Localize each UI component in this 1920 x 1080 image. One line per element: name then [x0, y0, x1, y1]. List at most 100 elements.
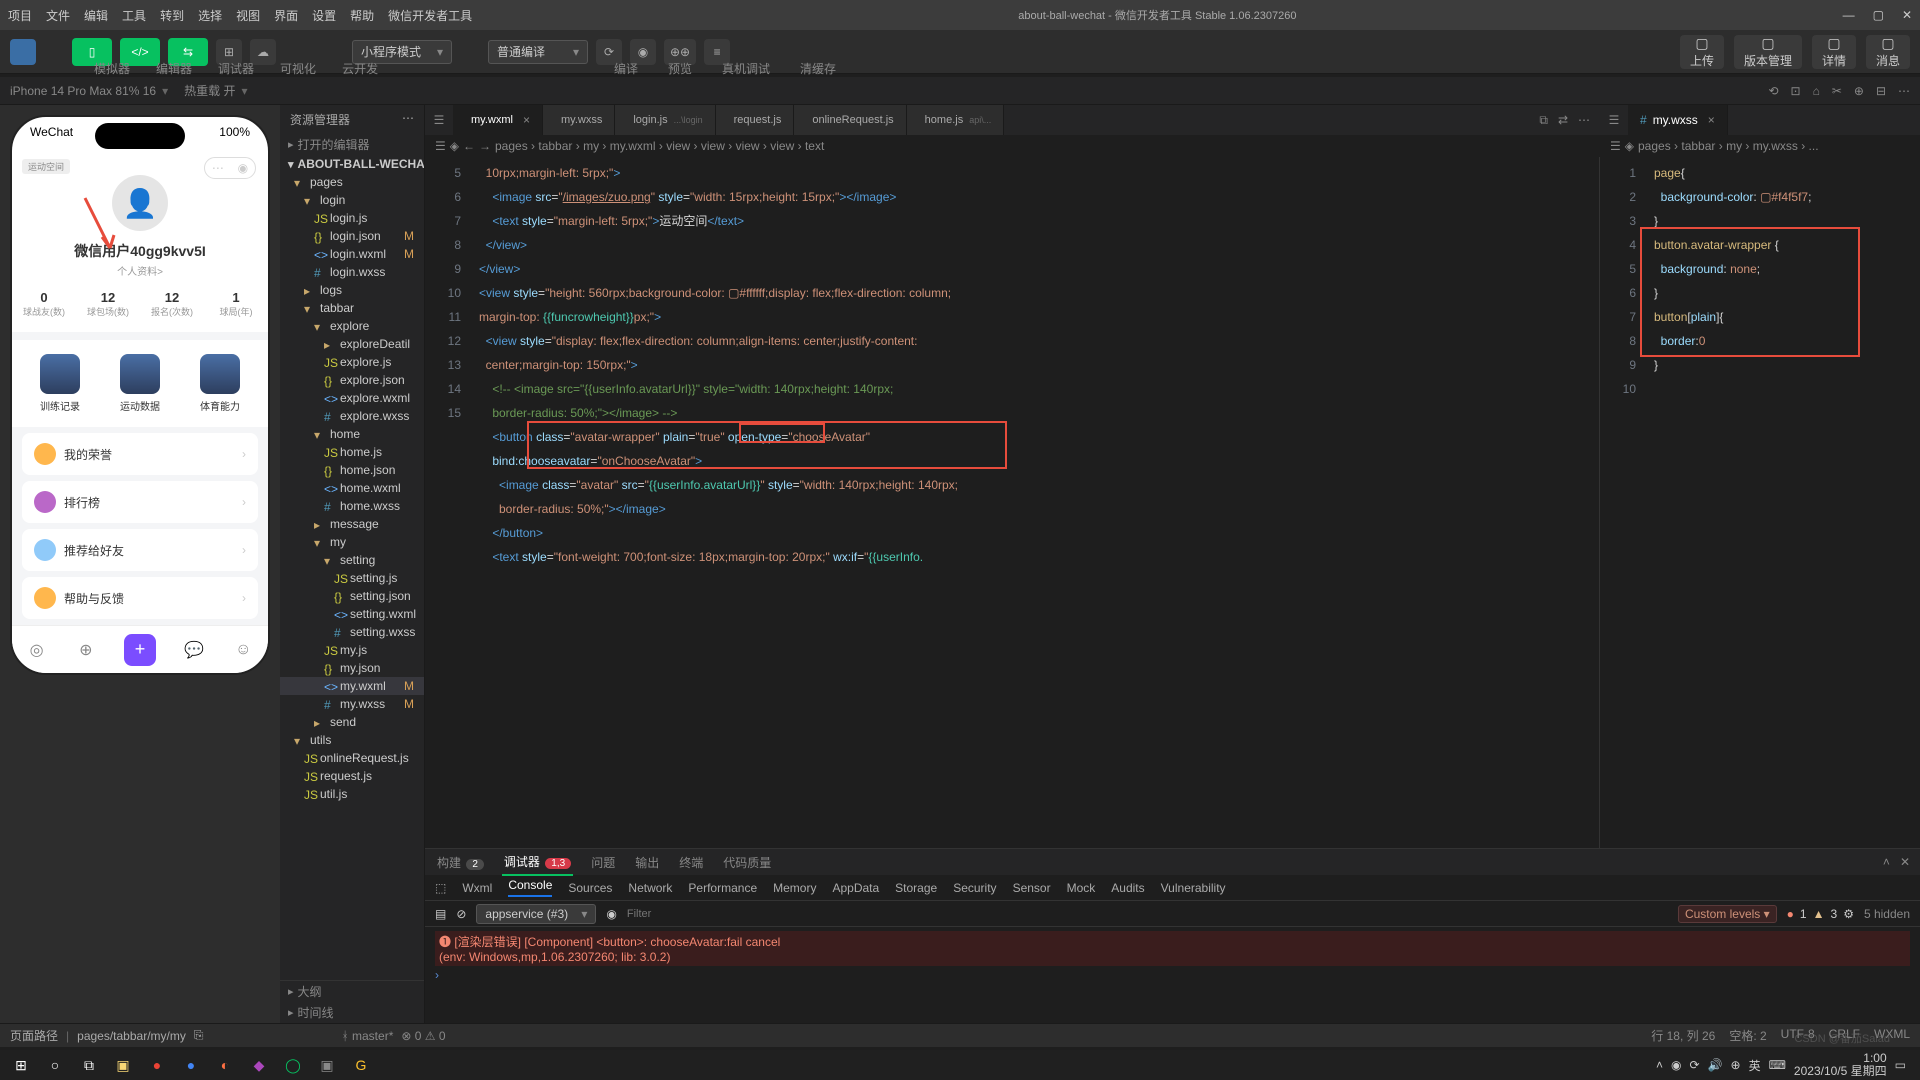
- tab-quality[interactable]: 代码质量: [721, 850, 773, 875]
- tab-list-icon-2[interactable]: ☰: [1600, 105, 1628, 135]
- close-tab-icon[interactable]: ×: [523, 113, 530, 127]
- tree-item[interactable]: ▾my: [280, 533, 424, 551]
- copy-icon[interactable]: ⎘: [194, 1028, 204, 1043]
- sidebar-toggle-icon[interactable]: ▤: [435, 907, 446, 921]
- tray-chrome-icon[interactable]: ◉: [1671, 1058, 1681, 1072]
- menu-item[interactable]: 工具: [122, 7, 146, 24]
- cut-icon[interactable]: ✂: [1832, 84, 1842, 98]
- path-value[interactable]: pages/tabbar/my/my: [77, 1029, 186, 1043]
- menu-item[interactable]: 选择: [198, 7, 222, 24]
- timeline[interactable]: ▸ 时间线: [280, 1002, 424, 1023]
- menu-item[interactable]: 视图: [236, 7, 260, 24]
- nav-fwd-icon[interactable]: →: [479, 139, 491, 153]
- bc-seg[interactable]: my: [583, 139, 599, 153]
- tree-item[interactable]: ▾tabbar: [280, 299, 424, 317]
- menu-item[interactable]: 编辑: [84, 7, 108, 24]
- tab-problems[interactable]: 问题: [589, 850, 617, 875]
- console-prompt[interactable]: ›: [435, 968, 1910, 982]
- tree-item[interactable]: JSonlineRequest.js: [280, 749, 424, 767]
- card-item[interactable]: 运动数据: [120, 354, 160, 413]
- tree-item[interactable]: <>home.wxml: [280, 479, 424, 497]
- chrome-icon-2[interactable]: ●: [176, 1052, 206, 1078]
- nav-list-icon-2[interactable]: ☰: [1610, 139, 1621, 153]
- eye-icon[interactable]: ◉: [606, 907, 616, 921]
- tree-item[interactable]: JSutil.js: [280, 785, 424, 803]
- tree-item[interactable]: {}setting.json: [280, 587, 424, 605]
- bc-seg[interactable]: pages: [1638, 139, 1671, 153]
- panel-close-icon[interactable]: ✕: [1900, 855, 1910, 869]
- devtool-tab[interactable]: Performance: [688, 881, 757, 895]
- tree-item[interactable]: #setting.wxss: [280, 623, 424, 641]
- tab-location-icon[interactable]: ◎: [26, 639, 48, 661]
- explorer-icon[interactable]: ▣: [108, 1052, 138, 1078]
- bc-seg[interactable]: tabbar: [1681, 139, 1715, 153]
- tray-net-icon[interactable]: ⊕: [1731, 1058, 1741, 1072]
- bookmark-icon[interactable]: ◈: [450, 139, 459, 153]
- tree-item[interactable]: ▾utils: [280, 731, 424, 749]
- code-content-1[interactable]: 10rpx;margin-left: 5rpx;"> <image src="/…: [471, 157, 1599, 848]
- bookmark-icon-2[interactable]: ◈: [1625, 139, 1634, 153]
- devtool-tab[interactable]: Wxml: [462, 881, 492, 895]
- app-icon-1[interactable]: ◐: [210, 1052, 240, 1078]
- bc-seg[interactable]: pages: [495, 139, 528, 153]
- tree-item[interactable]: <>my.wxmlM: [280, 677, 424, 695]
- search-icon[interactable]: ○: [40, 1052, 70, 1078]
- app-icon-3[interactable]: G: [346, 1052, 376, 1078]
- more-icon[interactable]: ⋯: [1898, 84, 1910, 98]
- card-item[interactable]: 训练记录: [40, 354, 80, 413]
- tree-item[interactable]: <>login.wxmlM: [280, 245, 424, 263]
- profile-link[interactable]: 个人资料>: [117, 263, 163, 278]
- tab-build[interactable]: 构建 2: [435, 850, 486, 875]
- capsule-more-icon[interactable]: ⋯: [212, 161, 224, 175]
- home-icon[interactable]: ⌂: [1813, 84, 1820, 98]
- tree-item[interactable]: #my.wxssM: [280, 695, 424, 713]
- nav-list-icon[interactable]: ☰: [435, 139, 446, 153]
- tree-item[interactable]: #home.wxss: [280, 497, 424, 515]
- menu-item[interactable]: 帮助: [350, 7, 374, 24]
- panel-up-icon[interactable]: ˄: [1883, 855, 1890, 869]
- tab-message-icon[interactable]: 💬: [183, 639, 205, 661]
- chrome-icon[interactable]: ●: [142, 1052, 172, 1078]
- tree-item[interactable]: JSrequest.js: [280, 767, 424, 785]
- menu-item[interactable]: 微信开发者工具: [388, 7, 472, 24]
- devtool-tab[interactable]: Storage: [895, 881, 937, 895]
- tree-item[interactable]: #explore.wxss: [280, 407, 424, 425]
- list-item[interactable]: 排行榜›: [22, 481, 258, 523]
- devtool-tab[interactable]: Audits: [1111, 881, 1144, 895]
- start-icon[interactable]: ⊞: [6, 1052, 36, 1078]
- tab-debugger[interactable]: 调试器 1,3: [502, 849, 573, 876]
- bc-seg[interactable]: view: [736, 139, 760, 153]
- clock-time[interactable]: 1:00: [1863, 1051, 1886, 1065]
- bc-seg[interactable]: my: [1726, 139, 1742, 153]
- console-output[interactable]: ❶ [渲染层错误] [Component] <button>: chooseAv…: [425, 927, 1920, 1023]
- menu-item[interactable]: 界面: [274, 7, 298, 24]
- tab-face-icon[interactable]: ☺: [232, 639, 254, 661]
- bc-seg[interactable]: text: [805, 139, 824, 153]
- stat-item[interactable]: 0球战友(数): [12, 290, 76, 318]
- code-editor-1[interactable]: 56789101112131415 10rpx;margin-left: 5rp…: [425, 157, 1600, 848]
- list-item[interactable]: 推荐给好友›: [22, 529, 258, 571]
- inspect-icon[interactable]: ⬚: [435, 881, 446, 895]
- bc-seg[interactable]: my.wxml: [610, 139, 656, 153]
- tree-item[interactable]: ▸exploreDeatil: [280, 335, 424, 353]
- tree-item[interactable]: JSlogin.js: [280, 209, 424, 227]
- tab-compass-icon[interactable]: ⊕: [75, 639, 97, 661]
- device-select[interactable]: iPhone 14 Pro Max 81% 16: [10, 84, 156, 98]
- spaces[interactable]: 空格: 2: [1729, 1027, 1766, 1044]
- clear-icon[interactable]: ⊘: [456, 907, 466, 921]
- cursor-pos[interactable]: 行 18, 列 26: [1651, 1027, 1715, 1044]
- tree-item[interactable]: ▾login: [280, 191, 424, 209]
- editor-tab[interactable]: onlineRequest.js: [794, 105, 906, 135]
- bc-seg[interactable]: view: [770, 139, 794, 153]
- close-tab-icon[interactable]: ×: [1708, 113, 1715, 127]
- menu-item[interactable]: 项目: [8, 7, 32, 24]
- editor-tab[interactable]: my.wxml×: [453, 105, 543, 135]
- tree-item[interactable]: <>explore.wxml: [280, 389, 424, 407]
- explorer-more-icon[interactable]: ⋯: [402, 111, 414, 128]
- stat-item[interactable]: 1球局(年): [204, 290, 268, 318]
- filter-input[interactable]: [627, 908, 1668, 920]
- tray-kb-icon[interactable]: ⌨: [1769, 1058, 1786, 1072]
- devtool-tab[interactable]: Sensor: [1013, 881, 1051, 895]
- tree-item[interactable]: JSexplore.js: [280, 353, 424, 371]
- git-branch[interactable]: master*: [352, 1029, 393, 1043]
